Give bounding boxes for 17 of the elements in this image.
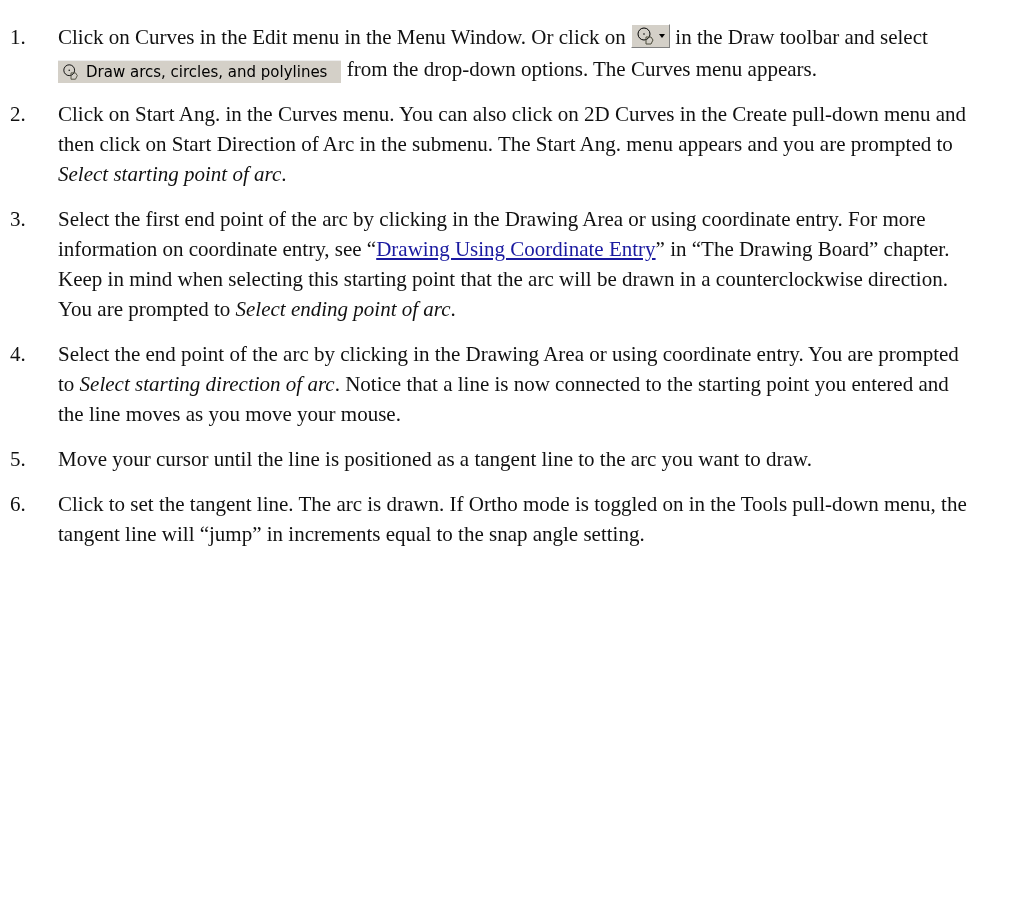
step-number: 2. (10, 101, 27, 129)
step-text: Click to set the tangent line. The arc is drawn. If Ortho mode is toggled on in the Tools pull-down menu, the tangent line will “jump” in increments equal to the snap angle setting. (58, 491, 968, 549)
caret-icon (659, 34, 666, 39)
link[interactable]: Drawing Using Coordinate Entry (376, 237, 656, 262)
step-number: 1. (10, 24, 27, 51)
step-number: 5. (10, 446, 27, 474)
step-text: Select the end point of the arc by clicking in the Drawing Area or using coordinate entry. You are prompted to Select starting direction of arc. Notice that a line is now connected to the starting point you entered and the line moves as you move your mouse. (58, 341, 960, 429)
circles-icon (62, 62, 80, 81)
step-text: Click on Start Ang. in the Curves menu. You can also click on 2D Curves in the Create pull-down menu and then click on Start Direction of Arc in the submenu. The Start Ang. menu appears and you are prompted to Select starting point of arc. (58, 101, 968, 189)
step-text: Select the first end point of the arc by clicking in the Drawing Area or using coordinate entry. For more information on coordinate entry, see “Drawing Using Coordinate Entry” in “The Drawing Board” chapter. Keep in mind when selecting this starting point that the arc will be drawn in a counterclockwise direction. You are prompted to Select ending point of arc. (58, 206, 951, 324)
menu-item[interactable]: Draw arcs, circles, and polylines (58, 59, 342, 83)
toolbar-button[interactable] (631, 24, 671, 49)
step-number: 6. (10, 491, 27, 519)
step-number: 3. (10, 206, 27, 234)
step-number: 4. (10, 341, 27, 369)
step-text: Move your cursor until the line is positioned as a tangent line to the arc you want to draw. (58, 446, 813, 474)
step-text: Click on Curves in the Edit menu in the Menu Window. Or click on in the Draw toolbar and select Draw arcs, circles, and polylines from the drop-down options. The Curves menu appears. (58, 23, 929, 85)
